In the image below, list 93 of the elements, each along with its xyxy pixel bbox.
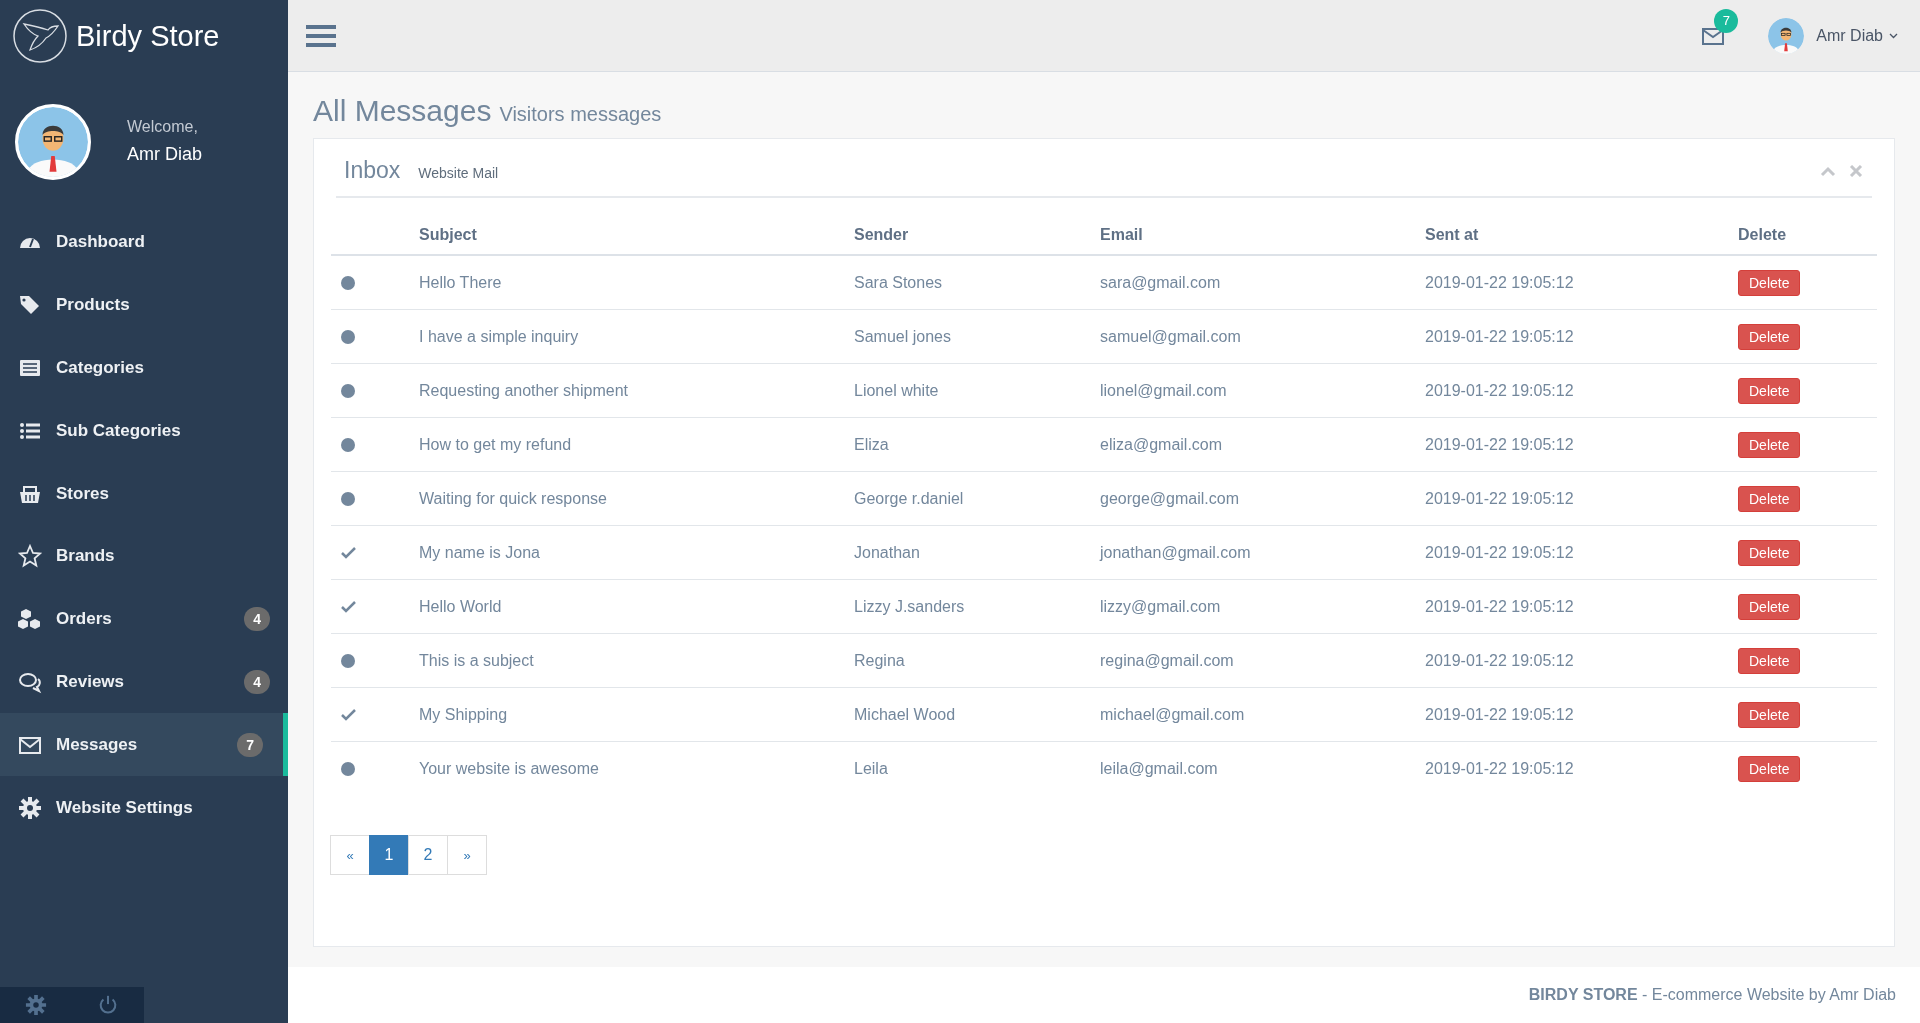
delete-button[interactable]: Delete xyxy=(1738,431,1801,458)
delete-button[interactable]: Delete xyxy=(1738,593,1801,620)
page-title: All Messages xyxy=(313,94,492,128)
column-header: Subject xyxy=(419,216,854,255)
table-cell: Lizzy J.sanders xyxy=(854,579,1100,634)
table-cell: Eliza xyxy=(854,417,1100,472)
sidebar-item[interactable]: Categories xyxy=(0,336,288,400)
sidebar-item[interactable]: Products xyxy=(0,273,288,337)
table-cell: lionel@gmail.com xyxy=(1100,363,1425,418)
page-link[interactable]: « xyxy=(330,835,370,875)
page-subtitle: Visitors messages xyxy=(499,103,662,126)
delete-button[interactable]: Delete xyxy=(1738,269,1801,296)
table-cell: lizzy@gmail.com xyxy=(1100,579,1425,634)
sidebar-item[interactable]: Brands xyxy=(0,525,288,588)
page-link[interactable]: 1 xyxy=(369,835,409,875)
delete-button[interactable]: Delete xyxy=(1738,701,1801,728)
delete-button[interactable]: Delete xyxy=(1738,485,1801,512)
sidebar-item[interactable]: Reviews 4 xyxy=(0,650,288,714)
column-header: Email xyxy=(1100,216,1425,255)
panel-title: Inbox xyxy=(344,157,401,184)
menu-icon[interactable] xyxy=(306,22,336,49)
table-cell: 2019-01-22 19:05:12 xyxy=(1425,741,1738,795)
panel-subtitle: Website Mail xyxy=(418,165,499,181)
table-cell: 2019-01-22 19:05:12 xyxy=(1425,309,1738,364)
table-cell: Michael Wood xyxy=(854,687,1100,742)
table-cell: Requesting another shipment xyxy=(419,363,854,418)
table-cell: Regina xyxy=(854,633,1100,688)
table-cell: 2019-01-22 19:05:12 xyxy=(1425,471,1738,526)
count-badge: 4 xyxy=(244,607,270,632)
sidebar-item[interactable]: Orders 4 xyxy=(0,587,288,651)
user-menu[interactable]: Amr Diab xyxy=(1816,26,1898,45)
delete-button[interactable]: Delete xyxy=(1738,323,1801,350)
settings-icon xyxy=(18,795,42,820)
table-cell: Sara Stones xyxy=(854,255,1100,310)
caret-icon xyxy=(1889,32,1898,39)
table-cell: regina@gmail.com xyxy=(1100,633,1425,688)
table-cell: 2019-01-22 19:05:12 xyxy=(1425,417,1738,472)
table-cell: 2019-01-22 19:05:12 xyxy=(1425,633,1738,688)
table-cell: michael@gmail.com xyxy=(1100,687,1425,742)
table-cell: jonathan@gmail.com xyxy=(1100,525,1425,580)
table-cell: eliza@gmail.com xyxy=(1100,417,1425,472)
table-cell: 2019-01-22 19:05:12 xyxy=(1425,687,1738,742)
table-cell: Hello World xyxy=(419,579,854,634)
cubes-icon xyxy=(18,607,42,632)
brand-name: Birdy Store xyxy=(76,19,220,53)
settings-icon[interactable] xyxy=(25,994,47,1016)
envelope-icon[interactable] xyxy=(1702,26,1725,45)
page-link[interactable]: 2 xyxy=(408,835,448,875)
table-cell: Your website is awesome xyxy=(419,741,854,795)
delete-button[interactable]: Delete xyxy=(1738,755,1801,782)
footer-text: BIRDY STORE - E-commerce Website by Amr Diab xyxy=(1528,986,1896,1004)
welcome-text: Welcome, xyxy=(127,118,199,136)
table-cell: samuel@gmail.com xyxy=(1100,309,1425,364)
star-icon xyxy=(18,544,42,569)
user-name: Amr Diab xyxy=(127,144,202,165)
table-cell: George r.daniel xyxy=(854,471,1100,526)
sidebar-item[interactable]: Dashboard xyxy=(0,211,288,274)
sidebar-item[interactable]: Website Settings xyxy=(0,776,288,839)
table-cell: My Shipping xyxy=(419,687,854,742)
column-header: Delete xyxy=(1738,216,1877,255)
delete-button[interactable]: Delete xyxy=(1738,377,1801,404)
sidebar-item[interactable]: Messages 7 xyxy=(0,713,288,777)
avatar xyxy=(1768,17,1805,54)
table-cell: This is a subject xyxy=(419,633,854,688)
table-cell: george@gmail.com xyxy=(1100,471,1425,526)
table-cell: I have a simple inquiry xyxy=(419,309,854,364)
table-cell: My name is Jona xyxy=(419,525,854,580)
table-cell: Jonathan xyxy=(854,525,1100,580)
sidebar-item[interactable]: Sub Categories xyxy=(0,399,288,463)
table-cell: leila@gmail.com xyxy=(1100,741,1425,795)
table-cell: 2019-01-22 19:05:12 xyxy=(1425,579,1738,634)
table-cell: Lionel white xyxy=(854,363,1100,418)
column-header: Sent at xyxy=(1425,216,1738,255)
table-cell: sara@gmail.com xyxy=(1100,255,1425,310)
column-header: Sender xyxy=(854,216,1100,255)
count-badge: 7 xyxy=(237,732,263,757)
collapse-icon[interactable] xyxy=(1820,164,1836,177)
table-cell: 2019-01-22 19:05:12 xyxy=(1425,363,1738,418)
count-badge: 4 xyxy=(244,669,270,694)
power-icon[interactable] xyxy=(97,994,119,1016)
table-cell: 2019-01-22 19:05:12 xyxy=(1425,255,1738,310)
table-cell: Leila xyxy=(854,741,1100,795)
table-cell: Samuel jones xyxy=(854,309,1100,364)
notification-badge: 7 xyxy=(1714,8,1739,33)
table-cell: Hello There xyxy=(419,255,854,310)
sidebar-item[interactable]: Stores xyxy=(0,462,288,525)
delete-button[interactable]: Delete xyxy=(1738,539,1801,566)
page-link[interactable]: » xyxy=(447,835,487,875)
close-icon[interactable] xyxy=(1848,164,1864,177)
delete-button[interactable]: Delete xyxy=(1738,647,1801,674)
table-cell: Waiting for quick response xyxy=(419,471,854,526)
table-cell: How to get my refund xyxy=(419,417,854,472)
table-cell: 2019-01-22 19:05:12 xyxy=(1425,525,1738,580)
